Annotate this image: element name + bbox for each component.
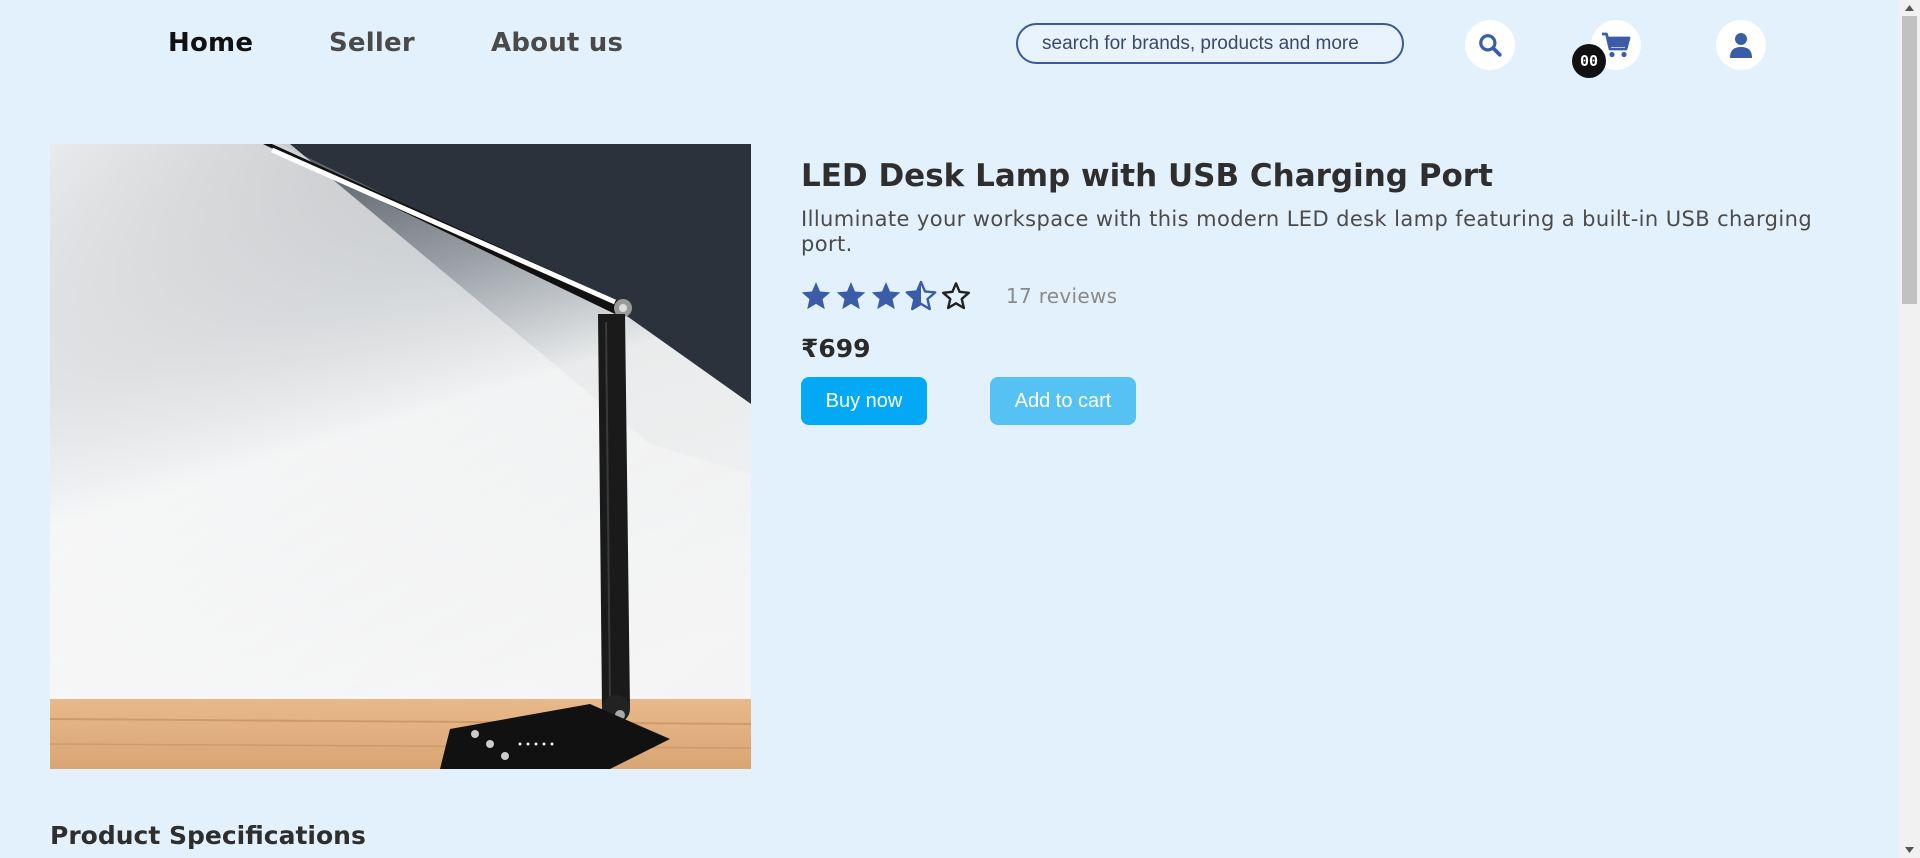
star-full-icon [836,282,866,310]
nav-seller[interactable]: Seller [329,28,415,58]
buy-now-button[interactable]: Buy now [801,377,927,425]
star-empty-icon [942,282,970,310]
lamp-photo [50,144,751,769]
star-full-icon [871,282,901,310]
review-count[interactable]: 17 reviews [1006,284,1117,308]
page-scrollbar[interactable] [1899,0,1920,858]
scrollbar-thumb[interactable] [1902,16,1917,304]
product-image [50,144,751,769]
product-title: LED Desk Lamp with USB Charging Port [801,158,1493,194]
add-to-cart-button[interactable]: Add to cart [990,377,1136,425]
product-specifications-heading: Product Specifications [50,821,366,850]
user-account-button[interactable] [1716,20,1766,70]
star-full-icon [801,282,831,310]
star-rating [800,279,975,313]
nav-about-us[interactable]: About us [491,28,623,58]
search-input[interactable] [1016,23,1404,64]
scroll-up-arrow-icon[interactable] [1899,0,1920,16]
product-description: Illuminate your workspace with this mode… [801,207,1813,256]
star-half-icon [905,280,937,311]
scroll-down-arrow-icon[interactable] [1899,842,1920,858]
product-price: ₹699 [801,334,871,363]
cart-count-badge: 00 [1572,44,1606,78]
user-icon [1730,33,1752,58]
search-button[interactable] [1465,20,1515,70]
search-icon [1479,34,1502,57]
nav-home[interactable]: Home [168,28,253,58]
cart-icon [1602,32,1631,58]
